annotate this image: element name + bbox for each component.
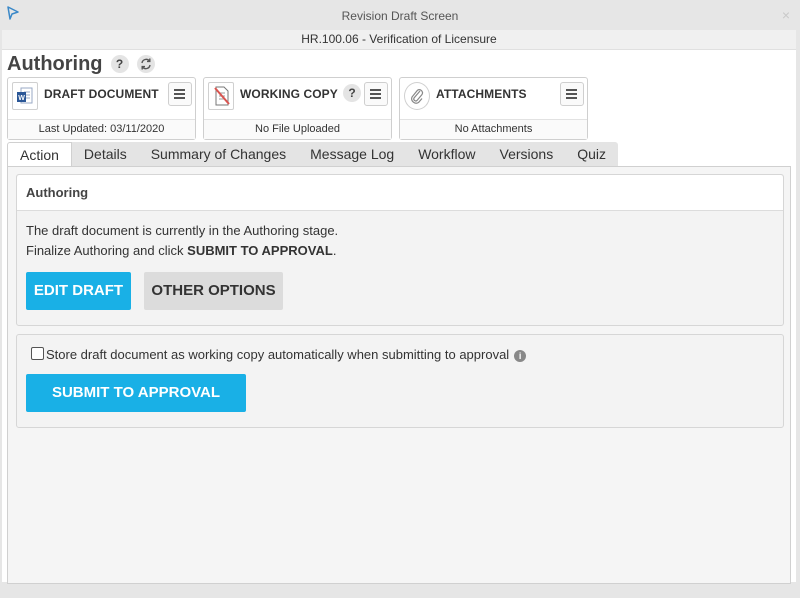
working-copy-title: WORKING COPY: [240, 87, 338, 101]
authoring-instruction-text: Finalize Authoring and click SUBMIT TO A…: [26, 243, 336, 258]
tab-quiz[interactable]: Quiz: [565, 142, 618, 167]
tab-bar: Action Details Summary of Changes Messag…: [7, 142, 618, 168]
store-working-copy-checkbox[interactable]: [31, 347, 44, 360]
attachments-status: No Attachments: [400, 119, 587, 139]
draft-last-updated: Last Updated: 03/11/2020: [8, 119, 195, 139]
word-document-icon[interactable]: W: [12, 82, 38, 110]
close-icon[interactable]: ×: [782, 7, 790, 23]
instruction-suffix: .: [332, 243, 337, 258]
tab-message-log[interactable]: Message Log: [298, 142, 407, 167]
attachments-card: ATTACHMENTS No Attachments: [399, 77, 588, 140]
draft-menu-button[interactable]: [168, 82, 192, 106]
other-options-button[interactable]: OTHER OPTIONS: [144, 272, 283, 310]
tab-workflow[interactable]: Workflow: [406, 142, 488, 167]
no-file-icon[interactable]: [208, 82, 234, 110]
store-working-copy-label: Store draft document as working copy aut…: [46, 347, 527, 362]
info-icon[interactable]: i: [514, 349, 527, 362]
working-copy-help-icon[interactable]: ?: [343, 84, 361, 102]
attachments-title: ATTACHMENTS: [436, 87, 527, 101]
paperclip-icon[interactable]: [404, 82, 430, 110]
tab-summary-of-changes[interactable]: Summary of Changes: [138, 142, 299, 167]
submit-to-approval-button[interactable]: SUBMIT TO APPROVAL: [26, 374, 246, 412]
document-name-bar: HR.100.06 - Verification of Licensure: [2, 30, 796, 50]
action-tab-panel: Authoring The draft document is currentl…: [7, 166, 791, 584]
edit-draft-button[interactable]: EDIT DRAFT: [26, 272, 131, 310]
title-bar: Revision Draft Screen ×: [0, 0, 800, 30]
revision-draft-window: HR.100.06 - Verification of Licensure Au…: [2, 30, 796, 584]
attachments-menu-button[interactable]: [560, 82, 584, 106]
checkbox-label-text: Store draft document as working copy aut…: [46, 347, 510, 362]
working-copy-menu-button[interactable]: [364, 82, 388, 106]
tab-versions[interactable]: Versions: [487, 142, 566, 167]
draft-document-card: W DRAFT DOCUMENT Last Updated: 03/11/202…: [7, 77, 196, 140]
tab-details[interactable]: Details: [71, 142, 139, 167]
window-title: Revision Draft Screen: [341, 9, 459, 23]
header-row: Authoring ?: [7, 52, 155, 76]
working-copy-status: No File Uploaded: [204, 119, 391, 139]
authoring-section-title: Authoring: [17, 175, 783, 211]
draft-document-title: DRAFT DOCUMENT: [44, 87, 159, 101]
authoring-stage-text: The draft document is currently in the A…: [26, 223, 339, 238]
refresh-icon[interactable]: [136, 55, 155, 73]
authoring-section: Authoring The draft document is currentl…: [16, 174, 784, 326]
svg-text:W: W: [18, 95, 25, 102]
tab-action[interactable]: Action: [7, 142, 72, 168]
working-copy-card: WORKING COPY ? No File Uploaded: [203, 77, 392, 140]
page-title: Authoring: [7, 52, 103, 75]
instruction-bold: SUBMIT TO APPROVAL: [187, 243, 333, 258]
help-icon[interactable]: ?: [110, 55, 129, 73]
submit-section: Store draft document as working copy aut…: [16, 334, 784, 428]
instruction-prefix: Finalize Authoring and click: [26, 243, 188, 258]
